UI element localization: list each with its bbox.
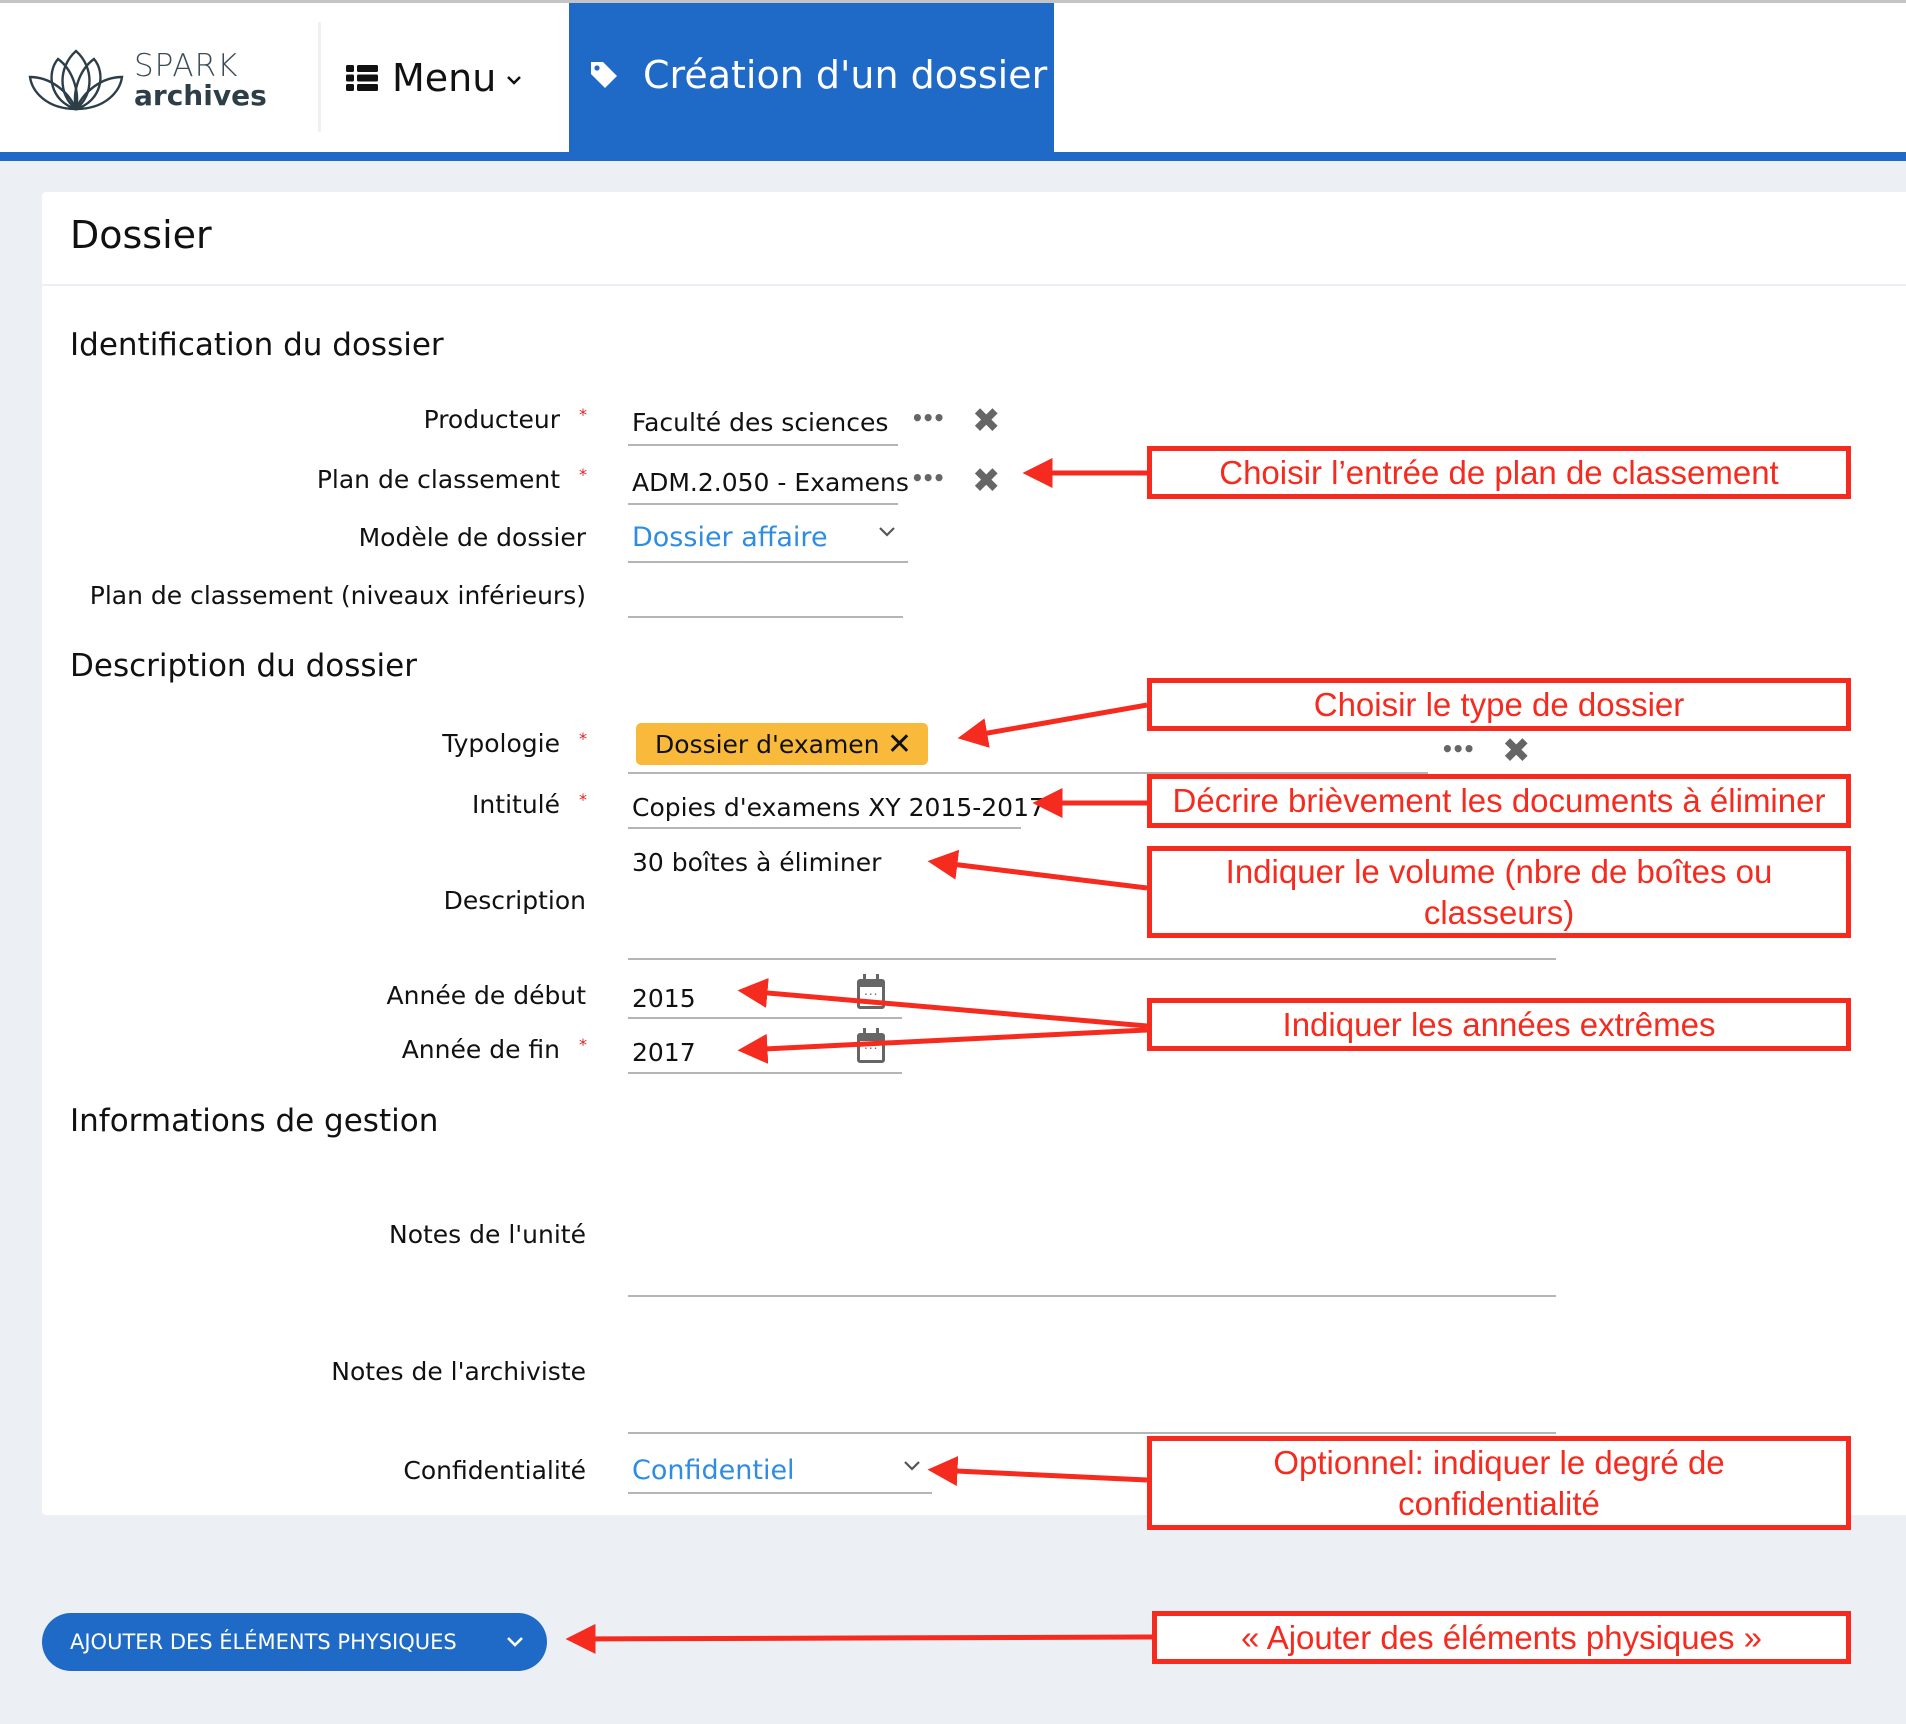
- label-notes-archiviste: Notes de l'archiviste: [331, 1357, 586, 1386]
- annotation-plan-classement: Choisir l’entrée de plan de classement: [1147, 446, 1851, 499]
- typologie-more-icon[interactable]: •••: [1441, 737, 1475, 761]
- typologie-chip[interactable]: Dossier d'examen ✕: [636, 723, 928, 765]
- description-textarea[interactable]: 30 boîtes à éliminer: [632, 848, 881, 877]
- label-intitule: Intitulé: [472, 790, 560, 819]
- label-confidentialite: Confidentialité: [403, 1456, 586, 1485]
- chevron-down-icon[interactable]: [903, 1460, 921, 1472]
- plan-classement-clear-icon[interactable]: ✖: [972, 464, 1001, 498]
- label-modele: Modèle de dossier: [358, 523, 586, 552]
- plan-classement-more-icon[interactable]: •••: [911, 466, 945, 490]
- tag-icon: [591, 61, 617, 88]
- label-plan-classement: Plan de classement: [316, 465, 560, 494]
- required-mark: *: [579, 405, 587, 424]
- modele-underline: [628, 561, 908, 563]
- intitule-input[interactable]: Copies d'examens XY 2015-2017: [632, 793, 1045, 822]
- calendar-icon[interactable]: [857, 974, 885, 1009]
- menu-button[interactable]: Menu: [346, 50, 522, 106]
- confidentialite-underline: [628, 1492, 932, 1494]
- annotation-annees: Indiquer les années extrêmes: [1147, 998, 1851, 1051]
- required-mark: *: [579, 790, 587, 809]
- required-mark: *: [579, 465, 587, 484]
- section-gestion: Informations de gestion: [70, 1103, 439, 1139]
- typologie-clear-icon[interactable]: ✖: [1502, 734, 1531, 768]
- notes-unite-underline: [628, 1295, 1556, 1297]
- annotation-typologie: Choisir le type de dossier: [1147, 678, 1851, 731]
- label-description: Description: [443, 886, 586, 915]
- logo-line-1: SPARK: [134, 47, 239, 84]
- tab-creation-dossier[interactable]: Création d'un dossier: [569, 3, 1054, 152]
- section-identification: Identification du dossier: [70, 327, 444, 363]
- arrow-add-button: [565, 1623, 1153, 1654]
- calendar-icon[interactable]: [857, 1028, 885, 1063]
- intitule-underline: [628, 827, 1021, 829]
- label-producteur: Producteur: [423, 405, 560, 434]
- producteur-clear-icon[interactable]: ✖: [972, 404, 1001, 438]
- annotation-add-button: « Ajouter des éléments physiques »: [1152, 1611, 1851, 1664]
- label-typologie: Typologie: [442, 729, 560, 758]
- chip-label: Dossier d'examen: [655, 729, 880, 759]
- producteur-value[interactable]: Faculté des sciences: [632, 408, 888, 437]
- tab-label: Création d'un dossier: [643, 52, 1048, 97]
- header-accent-band: [0, 152, 1906, 161]
- label-notes-unite: Notes de l'unité: [389, 1220, 586, 1249]
- annotation-description: Indiquer le volume (nbre de boîtes ou cl…: [1147, 846, 1851, 938]
- required-mark: *: [579, 1035, 587, 1054]
- app-logo[interactable]: SPARK archives: [28, 44, 278, 116]
- annotation-confidentialite: Optionnel: indiquer le degré de confiden…: [1147, 1436, 1851, 1530]
- chevron-down-icon: [507, 1637, 523, 1647]
- annee-debut-input[interactable]: 2015: [632, 984, 696, 1013]
- annee-fin-input[interactable]: 2017: [632, 1038, 696, 1067]
- plan-niveaux-underline: [628, 616, 903, 618]
- label-annee-fin: Année de fin: [401, 1035, 560, 1064]
- annee-fin-underline: [628, 1072, 902, 1074]
- label-annee-debut: Année de début: [386, 981, 586, 1010]
- annotation-intitule: Décrire brièvement les documents à élimi…: [1147, 774, 1851, 828]
- label-plan-niveaux: Plan de classement (niveaux inférieurs): [89, 581, 586, 610]
- card-divider: [42, 284, 1906, 286]
- logo-wordmark: SPARK archives: [134, 47, 267, 112]
- description-underline: [628, 958, 1556, 960]
- plan-classement-underline: [628, 503, 898, 505]
- add-button-label: AJOUTER DES ÉLÉMENTS PHYSIQUES: [70, 1630, 457, 1654]
- required-mark: *: [579, 729, 587, 748]
- chevron-down-icon[interactable]: [878, 526, 896, 538]
- modele-select[interactable]: Dossier affaire: [632, 522, 828, 553]
- section-description: Description du dossier: [70, 648, 417, 684]
- list-icon: [346, 65, 378, 91]
- header-separator: [318, 22, 321, 132]
- plan-classement-value[interactable]: ADM.2.050 - Examens: [632, 468, 909, 497]
- producteur-more-icon[interactable]: •••: [911, 406, 945, 430]
- producteur-underline: [628, 444, 898, 446]
- logo-line-2: archives: [134, 78, 267, 112]
- chevron-down-icon: [507, 76, 522, 85]
- lotus-logo-icon: [28, 49, 124, 111]
- notes-archiviste-underline: [628, 1432, 1556, 1434]
- annee-debut-underline: [628, 1017, 902, 1019]
- card-title: Dossier: [70, 213, 212, 257]
- confidentialite-select[interactable]: Confidentiel: [632, 1455, 795, 1486]
- add-physical-elements-button[interactable]: AJOUTER DES ÉLÉMENTS PHYSIQUES: [42, 1613, 547, 1671]
- menu-label: Menu: [392, 56, 497, 100]
- chip-remove-icon[interactable]: ✕: [887, 727, 912, 762]
